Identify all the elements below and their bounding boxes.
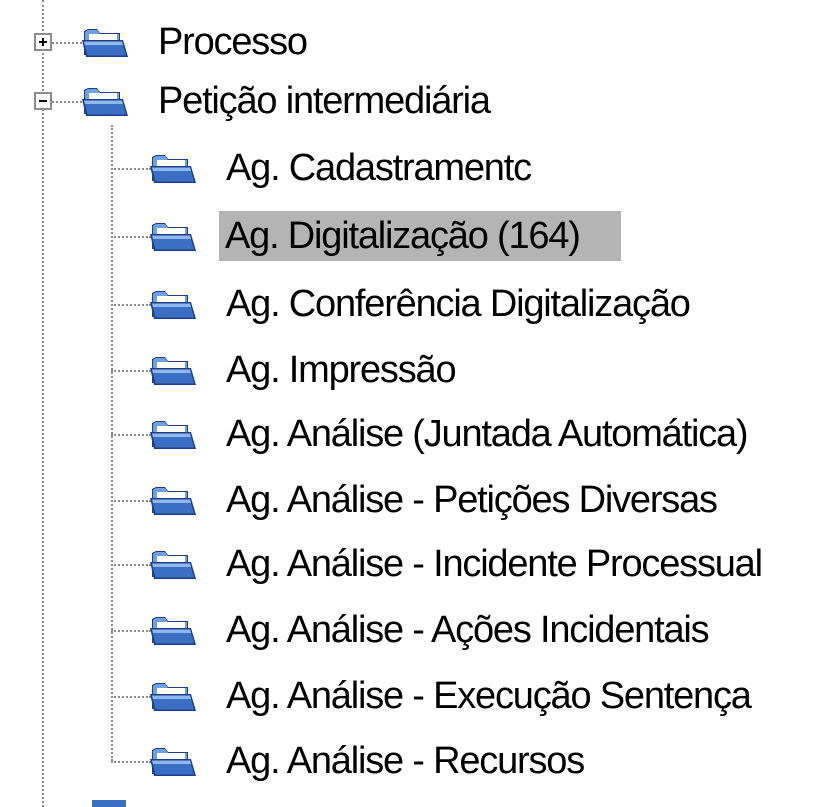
next-node-folder-icon-partial [92,800,126,807]
open-folder-icon [80,23,130,61]
tree-node-label[interactable]: Ag. Cadastramentc [220,143,537,193]
tree-node-label[interactable]: Ag. Análise - Recursos [220,736,590,786]
collapse-button[interactable] [34,92,52,110]
open-folder-icon [148,351,198,389]
plus-icon-vertical [42,38,44,46]
open-folder-icon [148,611,198,649]
tree-line [111,125,113,761]
expand-button[interactable] [34,33,52,51]
tree-node-label[interactable]: Ag. Impressão [220,345,461,395]
open-folder-icon [148,481,198,519]
tree-line [111,696,151,698]
tree-node-label[interactable]: Ag. Análise - Petições Diversas [220,475,723,525]
tree-line [111,761,151,763]
minus-icon [39,100,47,102]
tree-line [111,236,151,238]
tree-node-label[interactable]: Petição intermediária [152,76,496,126]
tree-line [111,434,151,436]
tree-line [42,0,44,807]
tree-line [111,168,151,170]
tree-node-label-selected[interactable]: Ag. Digitalização (164) [219,211,621,261]
tree-node-label[interactable]: Ag. Análise - Incidente Processual [220,539,768,589]
tree-line [111,370,151,372]
tree-line [111,500,151,502]
tree-node-label[interactable]: Ag. Análise - Ações Incidentais [220,605,714,655]
tree-node-label[interactable]: Ag. Conferência Digitalização [220,279,696,329]
open-folder-icon [148,742,198,780]
tree-line [52,101,82,103]
tree-node-label[interactable]: Ag. Análise (Juntada Automática) [220,409,753,459]
tree-line [111,564,151,566]
open-folder-icon [148,217,198,255]
tree-node-label[interactable]: Processo [152,17,313,67]
open-folder-icon [148,285,198,323]
open-folder-icon [80,82,130,120]
tree-line [111,630,151,632]
open-folder-icon [148,149,198,187]
open-folder-icon [148,545,198,583]
folder-tree: Processo Petição intermediária Ag. Cadas… [0,0,818,807]
tree-line [52,42,82,44]
tree-node-label[interactable]: Ag. Análise - Execução Sentença [220,671,757,721]
open-folder-icon [148,677,198,715]
tree-line [111,304,151,306]
open-folder-icon [148,415,198,453]
